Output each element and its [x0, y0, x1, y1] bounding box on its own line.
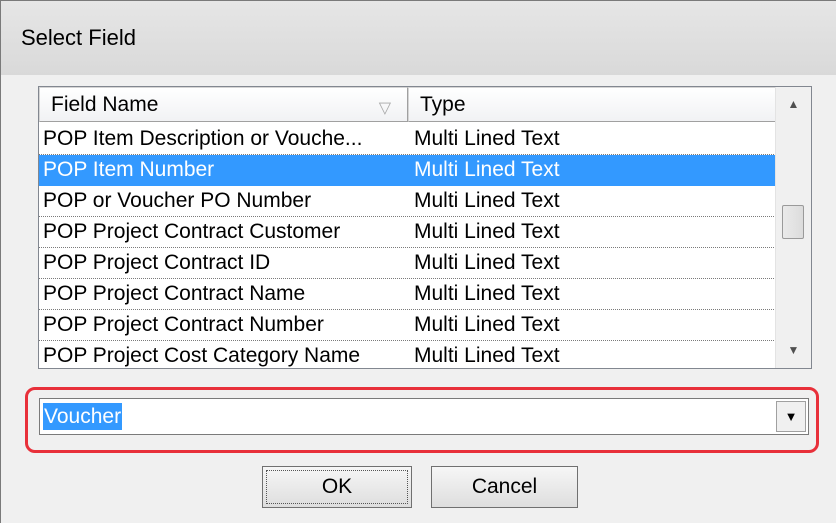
field-name-cell: POP Project Contract ID	[43, 251, 271, 274]
field-type-cell: Multi Lined Text	[414, 282, 560, 305]
field-type-cell: Multi Lined Text	[414, 127, 560, 150]
field-search-combobox[interactable]: Voucher ▼	[39, 398, 809, 435]
cancel-button[interactable]: Cancel	[431, 466, 578, 508]
field-name-cell: POP Project Contract Number	[43, 313, 324, 336]
field-type-cell: Multi Lined Text	[414, 251, 560, 274]
scroll-down-icon[interactable]: ▼	[776, 333, 811, 368]
field-name-cell: POP or Voucher PO Number	[43, 189, 312, 212]
column-header-field-name[interactable]: Field Name ▽	[39, 87, 408, 122]
list-row[interactable]: POP Project Contract Number Multi Lined …	[39, 310, 776, 341]
title-bar[interactable]: Select Field	[1, 1, 836, 75]
scrollbar-thumb[interactable]	[782, 205, 804, 239]
sort-filter-icon[interactable]: ▽	[379, 92, 391, 125]
list-row[interactable]: POP Project Contract Customer Multi Line…	[39, 217, 776, 248]
field-name-cell: POP Item Number	[43, 158, 215, 181]
list-row-selected[interactable]: POP Item Number Multi Lined Text	[39, 155, 776, 186]
list-header: Field Name ▽ Type	[39, 87, 776, 124]
field-name-cell: POP Project Contract Customer	[43, 220, 341, 243]
column-header-label: Type	[420, 93, 466, 116]
field-type-cell: Multi Lined Text	[414, 313, 560, 336]
search-input-value[interactable]: Voucher	[43, 403, 123, 430]
field-name-cell: POP Project Cost Category Name	[43, 344, 361, 367]
list-row[interactable]: POP Item Description or Vouche... Multi …	[39, 124, 776, 155]
field-name-cell: POP Item Description or Vouche...	[43, 127, 363, 150]
list-row[interactable]: POP Project Cost Category Name Multi Lin…	[39, 341, 776, 368]
field-type-cell: Multi Lined Text	[414, 189, 560, 212]
vertical-scrollbar[interactable]: ▲ ▼	[775, 87, 811, 368]
field-type-cell: Multi Lined Text	[414, 158, 560, 181]
list-row[interactable]: POP or Voucher PO Number Multi Lined Tex…	[39, 186, 776, 217]
list-row[interactable]: POP Project Contract ID Multi Lined Text	[39, 248, 776, 279]
field-type-cell: Multi Lined Text	[414, 220, 560, 243]
column-header-label: Field Name	[51, 93, 159, 116]
field-name-cell: POP Project Contract Name	[43, 282, 306, 305]
chevron-down-icon[interactable]: ▼	[776, 401, 806, 432]
field-type-cell: Multi Lined Text	[414, 344, 560, 367]
ok-button[interactable]: OK	[262, 466, 412, 508]
list-rows: POP Item Description or Vouche... Multi …	[39, 124, 776, 368]
select-field-dialog: Select Field Field Name ▽ Type POP Item …	[0, 0, 836, 523]
dialog-title: Select Field	[21, 25, 136, 50]
scroll-up-icon[interactable]: ▲	[776, 87, 811, 122]
field-list[interactable]: Field Name ▽ Type POP Item Description o…	[38, 86, 812, 369]
list-row[interactable]: POP Project Contract Name Multi Lined Te…	[39, 279, 776, 310]
column-header-type[interactable]: Type	[408, 87, 776, 122]
